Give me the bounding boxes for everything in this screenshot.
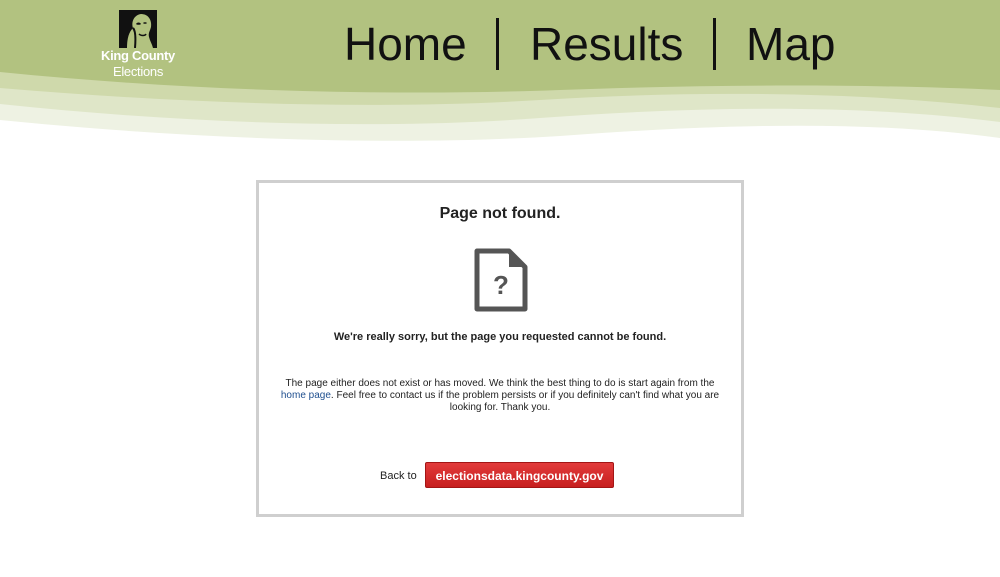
nav-home-link[interactable]: Home bbox=[344, 14, 467, 74]
explanation-after: . Feel free to contact us if the problem… bbox=[330, 390, 720, 413]
nav-divider bbox=[713, 18, 716, 70]
apology-message: We're really sorry, but the page you req… bbox=[333, 331, 667, 343]
explanation-before: The page either does not exist or has mo… bbox=[285, 378, 715, 389]
explanation-text: The page either does not exist or has mo… bbox=[273, 378, 727, 414]
not-found-panel: Page not found. ? We're really sorry, bu… bbox=[256, 180, 744, 517]
main-nav: Home Results Map bbox=[0, 14, 1000, 74]
nav-divider bbox=[496, 18, 499, 70]
svg-text:?: ? bbox=[493, 270, 509, 300]
back-to-site-button[interactable]: electionsdata.kingcounty.gov bbox=[425, 462, 614, 488]
nav-results-link[interactable]: Results bbox=[530, 14, 683, 74]
nav-map-link[interactable]: Map bbox=[746, 14, 835, 74]
page-title: Page not found. bbox=[439, 205, 561, 222]
back-label: Back to bbox=[380, 470, 417, 482]
back-row: Back to electionsdata.kingcounty.gov bbox=[259, 462, 741, 492]
file-question-icon: ? bbox=[474, 248, 528, 312]
home-page-link[interactable]: home page bbox=[281, 390, 331, 401]
site-header: King County Elections Home Results Map bbox=[0, 0, 1000, 150]
